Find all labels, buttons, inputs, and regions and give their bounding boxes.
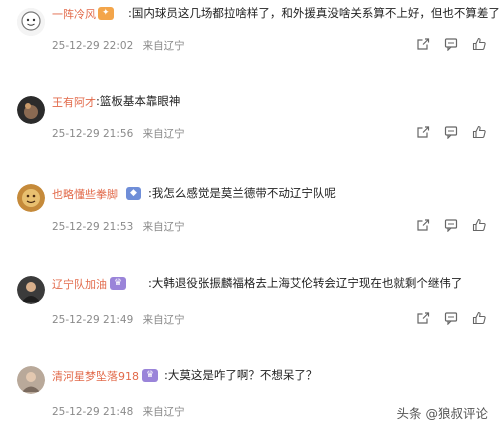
share-icon[interactable] (416, 37, 430, 51)
comment-icon[interactable] (444, 37, 458, 51)
user-badge: ✦ (98, 7, 114, 20)
username[interactable]: 也略懂些拳脚 (52, 186, 118, 202)
comment-icon[interactable] (444, 218, 458, 232)
comment-location: 来自辽宁 (142, 40, 185, 52)
comment-location: 来自辽宁 (142, 128, 185, 140)
comment-meta: 25-12-29 21:48 来自辽宁 (52, 404, 185, 419)
comment-location: 来自辽宁 (142, 406, 185, 418)
comment-actions (416, 125, 486, 139)
comment-location: 来自辽宁 (142, 221, 185, 233)
like-icon[interactable] (472, 37, 486, 51)
comment-meta: 25-12-29 22:02 来自辽宁 (52, 38, 185, 53)
comment-time: 25-12-29 21:53 (52, 221, 134, 233)
like-icon[interactable] (472, 125, 486, 139)
user-badge: ♛ (142, 369, 159, 382)
comment-location: 来自辽宁 (142, 314, 185, 326)
comment-time: 25-12-29 21:48 (52, 406, 134, 418)
comment-meta: 25-12-29 21:56 来自辽宁 (52, 126, 185, 141)
user-badge-icon: ✦ (102, 8, 110, 18)
share-icon[interactable] (416, 311, 430, 325)
comment-time: 25-12-29 22:02 (52, 40, 134, 52)
comment-icon[interactable] (444, 125, 458, 139)
comment-actions (416, 218, 486, 232)
comment-text: :我怎么感觉是莫兰德带不动辽宁队呢 (148, 186, 336, 200)
user-badge-icon: ♛ (146, 370, 155, 380)
comment-time: 25-12-29 21:56 (52, 128, 134, 140)
comment-meta: 25-12-29 21:53 来自辽宁 (52, 219, 185, 234)
like-icon[interactable] (472, 311, 486, 325)
username[interactable]: 辽宁队加油 (52, 276, 107, 292)
comment-actions (416, 311, 486, 325)
comment-text: :国内球员这几场都拉啥样了，和外援真没啥关系算不上好，但也不算差了 (128, 6, 500, 20)
avatar[interactable] (17, 96, 45, 124)
avatar[interactable] (17, 276, 45, 304)
avatar[interactable] (17, 8, 45, 36)
comment-icon[interactable] (444, 311, 458, 325)
avatar[interactable] (17, 366, 45, 394)
like-icon[interactable] (472, 218, 486, 232)
user-badge: ◆ (126, 187, 141, 200)
comment-text: :大莫这是咋了啊？不想呆了？ (164, 368, 318, 382)
comment-actions (416, 37, 486, 51)
user-badge: ♛ (110, 277, 127, 290)
watermark: 头条 @狼叔评论 (396, 406, 488, 421)
username[interactable]: 一阵冷风 (52, 6, 96, 22)
comment-text: :篮板基本靠眼神 (96, 94, 181, 108)
username[interactable]: 清河星梦坠落918 (52, 368, 139, 384)
user-badge-icon: ♛ (114, 278, 123, 288)
comment-text: :大韩退役张振麟福格去上海艾伦转会辽宁现在也就剩个继伟了 (148, 276, 463, 290)
user-badge-icon: ◆ (130, 188, 137, 198)
avatar[interactable] (17, 184, 45, 212)
comment-time: 25-12-29 21:49 (52, 314, 134, 326)
username[interactable]: 王有阿才 (52, 94, 96, 110)
comment-meta: 25-12-29 21:49 来自辽宁 (52, 312, 185, 327)
share-icon[interactable] (416, 125, 430, 139)
share-icon[interactable] (416, 218, 430, 232)
